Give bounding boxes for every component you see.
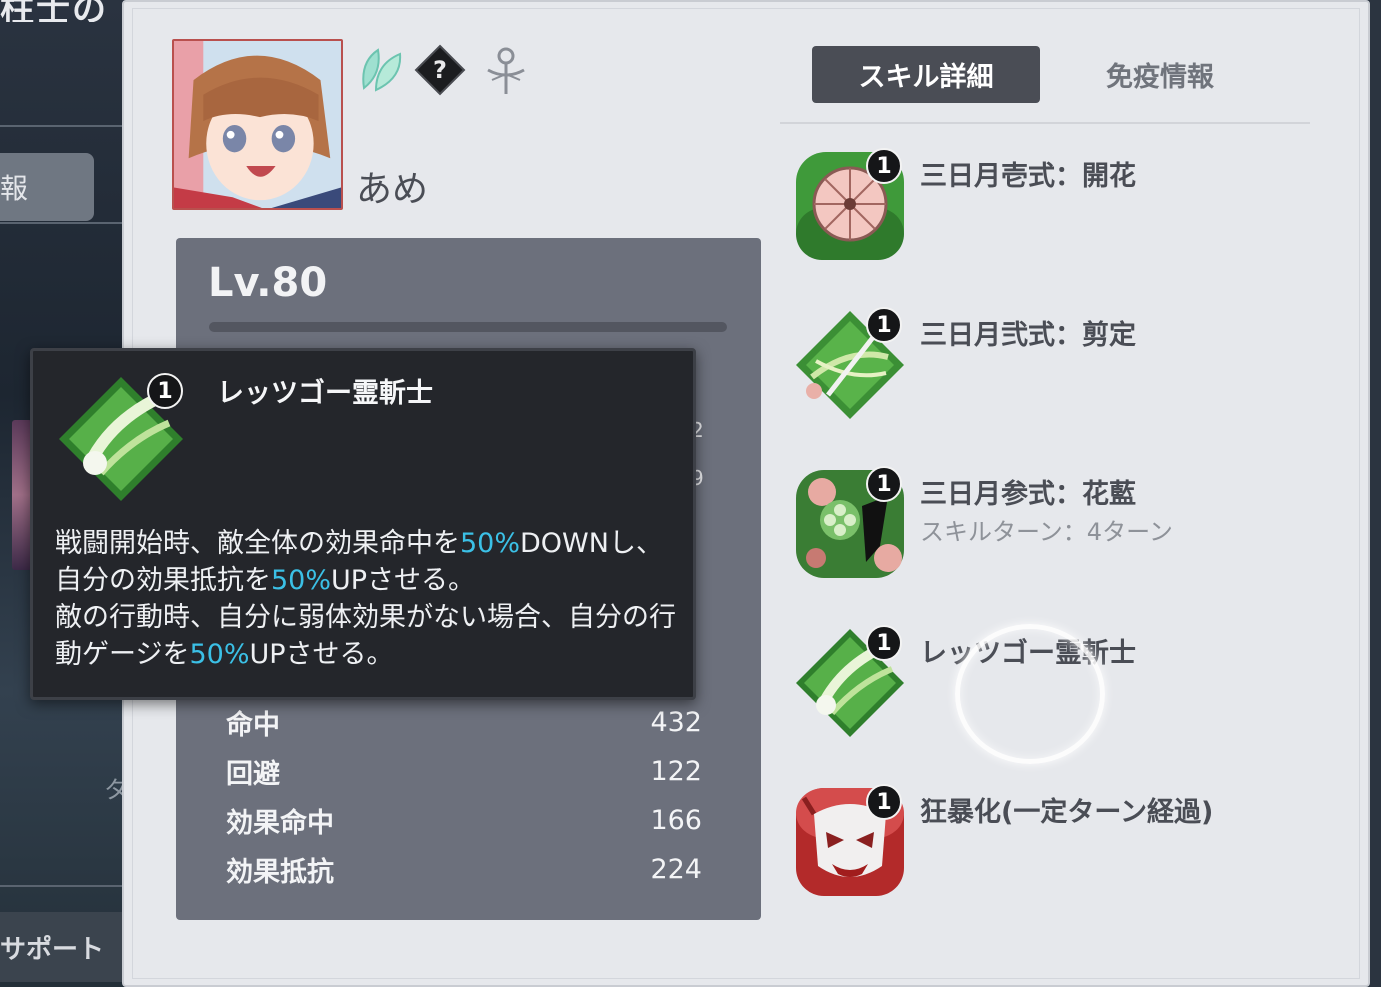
skill-item[interactable]: 1 狂暴化(一定ターン経過) [792, 784, 1312, 902]
touch-indicator [955, 624, 1105, 764]
skill-level-badge: 1 [866, 148, 902, 184]
skill-tooltip: 1 レッツゴー霊斬士 戦闘開始時、敵全体の効果命中を50%DOWNし、自分の効果… [30, 348, 696, 700]
leaf-element-icon [362, 48, 402, 92]
stat-label: 命中 [226, 709, 280, 741]
character-level: Lv.80 [208, 260, 328, 306]
background-divider [0, 885, 125, 887]
tab-divider [780, 122, 1310, 124]
background-divider [0, 125, 125, 127]
stat-value: 166 [650, 804, 702, 836]
stat-label: 効果抵抗 [226, 856, 334, 888]
stat-row-effect-accuracy: 効果命中 166 [226, 800, 702, 840]
background-divider [0, 222, 125, 224]
background-side-tab[interactable]: 報 [0, 153, 94, 221]
skill-level-badge: 1 [866, 784, 902, 820]
stat-row-accuracy: 命中 432 [226, 702, 702, 742]
skill-item[interactable]: 1 三日月弐式：剪定 [792, 307, 1312, 425]
character-name: あめ [356, 169, 429, 210]
skill-item[interactable]: 1 三日月参式：花藍 スキルターン：4ターン [792, 466, 1312, 584]
stat-value: 122 [650, 755, 702, 787]
stat-value: 432 [650, 706, 702, 738]
totem-type-icon [487, 47, 525, 94]
character-portrait[interactable] [172, 39, 343, 210]
stat-row-evasion: 回避 122 [226, 751, 702, 791]
stat-row-effect-resistance: 効果抵抗 224 [226, 849, 702, 889]
tab-immunity-info[interactable]: 免疫情報 [1060, 46, 1260, 103]
skill-level-badge: 1 [147, 373, 183, 409]
tab-skill-detail[interactable]: スキル詳細 [812, 46, 1040, 103]
desc-highlight: 50% [271, 565, 332, 596]
stat-label: 効果命中 [226, 807, 334, 839]
desc-text: UPさせる。 [249, 639, 394, 670]
skill-name: 三日月参式：花藍 [920, 479, 1136, 510]
support-button[interactable]: サポート [0, 912, 125, 982]
svg-text:?: ? [433, 56, 447, 84]
skill-level-badge: 1 [866, 307, 902, 343]
character-portrait-art [174, 41, 341, 208]
desc-highlight: 50% [460, 528, 521, 559]
skill-name: 狂暴化(一定ターン経過) [920, 797, 1214, 828]
skill-level-badge: 1 [866, 625, 902, 661]
skill-name: 三日月壱式：開花 [920, 161, 1136, 192]
skill-cooldown: スキルターン：4ターン [920, 518, 1173, 546]
stat-label: 回避 [226, 758, 280, 790]
background-title: 柱士の [0, 0, 108, 22]
skill-item[interactable]: 1 三日月壱式：開花 [792, 148, 1312, 266]
skill-name: 三日月弐式：剪定 [920, 320, 1136, 351]
desc-text: UPさせる。 [331, 565, 476, 596]
skill-level-badge: 1 [866, 466, 902, 502]
tooltip-skill-name: レッツゴー霊斬士 [217, 378, 433, 409]
desc-highlight: 50% [189, 639, 250, 670]
desc-text: 戦闘開始時、敵全体の効果命中を [55, 528, 460, 559]
tooltip-description: 戦闘開始時、敵全体の効果命中を50%DOWNし、自分の効果抵抗を50%UPさせる… [55, 525, 685, 673]
stat-value: 224 [650, 853, 702, 885]
background-character-thumb [12, 420, 32, 570]
level-progress-bar [209, 322, 727, 332]
diamond-class-icon: ? [414, 44, 466, 96]
